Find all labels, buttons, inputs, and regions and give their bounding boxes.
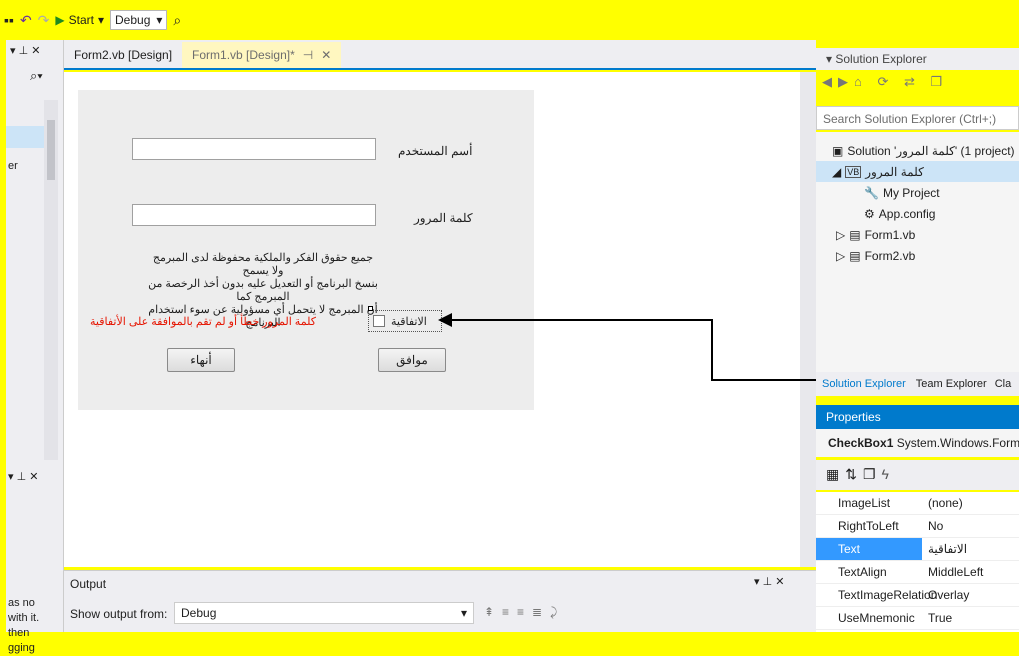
- properties-grid: ImageList (none) RightToLeft No Text الاتفا…: [816, 492, 1019, 632]
- tree-item-my-project[interactable]: 🔧 My Project: [816, 182, 1019, 203]
- tab-class-view[interactable]: Cla: [991, 378, 1016, 390]
- form-icon: ▤: [849, 248, 861, 263]
- solution-search-input[interactable]: Search Solution Explorer (Ctrl+;): [816, 106, 1019, 130]
- output-toolbar-icons[interactable]: ⇞≡≡≣⤸: [484, 605, 565, 620]
- properties-title: Properties: [816, 405, 1019, 429]
- collapsed-arrow-icon: ▷: [836, 227, 846, 242]
- output-source-select[interactable]: Debug ▾: [174, 602, 474, 624]
- solex-toolbar[interactable]: ◀▶⌂ ⟳ ⇄ ❒: [822, 74, 948, 90]
- properties-icon[interactable]: ❐: [863, 466, 882, 482]
- alphabetical-icon[interactable]: ⇅: [845, 466, 863, 482]
- categorized-icon[interactable]: ▦: [826, 466, 845, 482]
- chevron-down-icon: ▾: [460, 606, 467, 620]
- property-row[interactable]: ImageList (none): [816, 492, 1019, 515]
- chevron-down-icon: ▾: [826, 52, 833, 66]
- vb-project-icon: VB: [845, 165, 862, 178]
- properties-toolbar[interactable]: ▦⇅❐ϟ: [816, 460, 1019, 490]
- tree-item-solution[interactable]: ▣ Solution 'كلمة المرور' (1 project): [816, 140, 1019, 161]
- tree-item-form1[interactable]: ▷ ▤ Form1.vb: [816, 224, 1019, 245]
- tree-item-app-config[interactable]: ⚙ App.config: [816, 203, 1019, 224]
- output-title: Output: [70, 577, 107, 591]
- form-icon: ▤: [849, 227, 861, 242]
- tree-item-project[interactable]: ◢ VB كلمة المرور: [816, 161, 1019, 182]
- property-row[interactable]: UseMnemonic True: [816, 607, 1019, 630]
- tree-item-form2[interactable]: ▷ ▤ Form2.vb: [816, 245, 1019, 266]
- solution-icon: ▣: [832, 143, 844, 158]
- show-output-label: Show output from:: [70, 607, 168, 621]
- property-row[interactable]: RightToLeft No: [816, 515, 1019, 538]
- property-row[interactable]: TextAlign MiddleLeft: [816, 561, 1019, 584]
- collapsed-arrow-icon: ▷: [836, 248, 846, 263]
- output-pane: Output ▾ ⊥ ✕ Show output from: Debug ▾ ⇞…: [64, 570, 816, 632]
- tab-solution-explorer[interactable]: Solution Explorer: [816, 378, 912, 390]
- events-icon[interactable]: ϟ: [882, 466, 895, 482]
- properties-object-selector[interactable]: CheckBox1 System.Windows.Forms.C: [816, 429, 1019, 457]
- property-row[interactable]: TextImageRelation Overlay: [816, 584, 1019, 607]
- wrench-icon: 🔧: [864, 185, 879, 200]
- solex-bottom-tabs: Solution Explorer Team Explorer Cla: [816, 372, 1019, 396]
- pin-icon[interactable]: ▾ ⊥ ✕: [754, 575, 784, 588]
- property-row-selected[interactable]: Text الاتفاقية: [816, 538, 1019, 561]
- arrow-head: [438, 313, 452, 327]
- expand-icon: ◢: [832, 164, 842, 179]
- solution-tree: ▣ Solution 'كلمة المرور' (1 project) ◢ V…: [816, 132, 1019, 372]
- tab-team-explorer[interactable]: Team Explorer: [912, 378, 991, 390]
- solution-explorer-title: ▾ Solution Explorer: [816, 48, 1019, 70]
- config-file-icon: ⚙: [864, 206, 875, 221]
